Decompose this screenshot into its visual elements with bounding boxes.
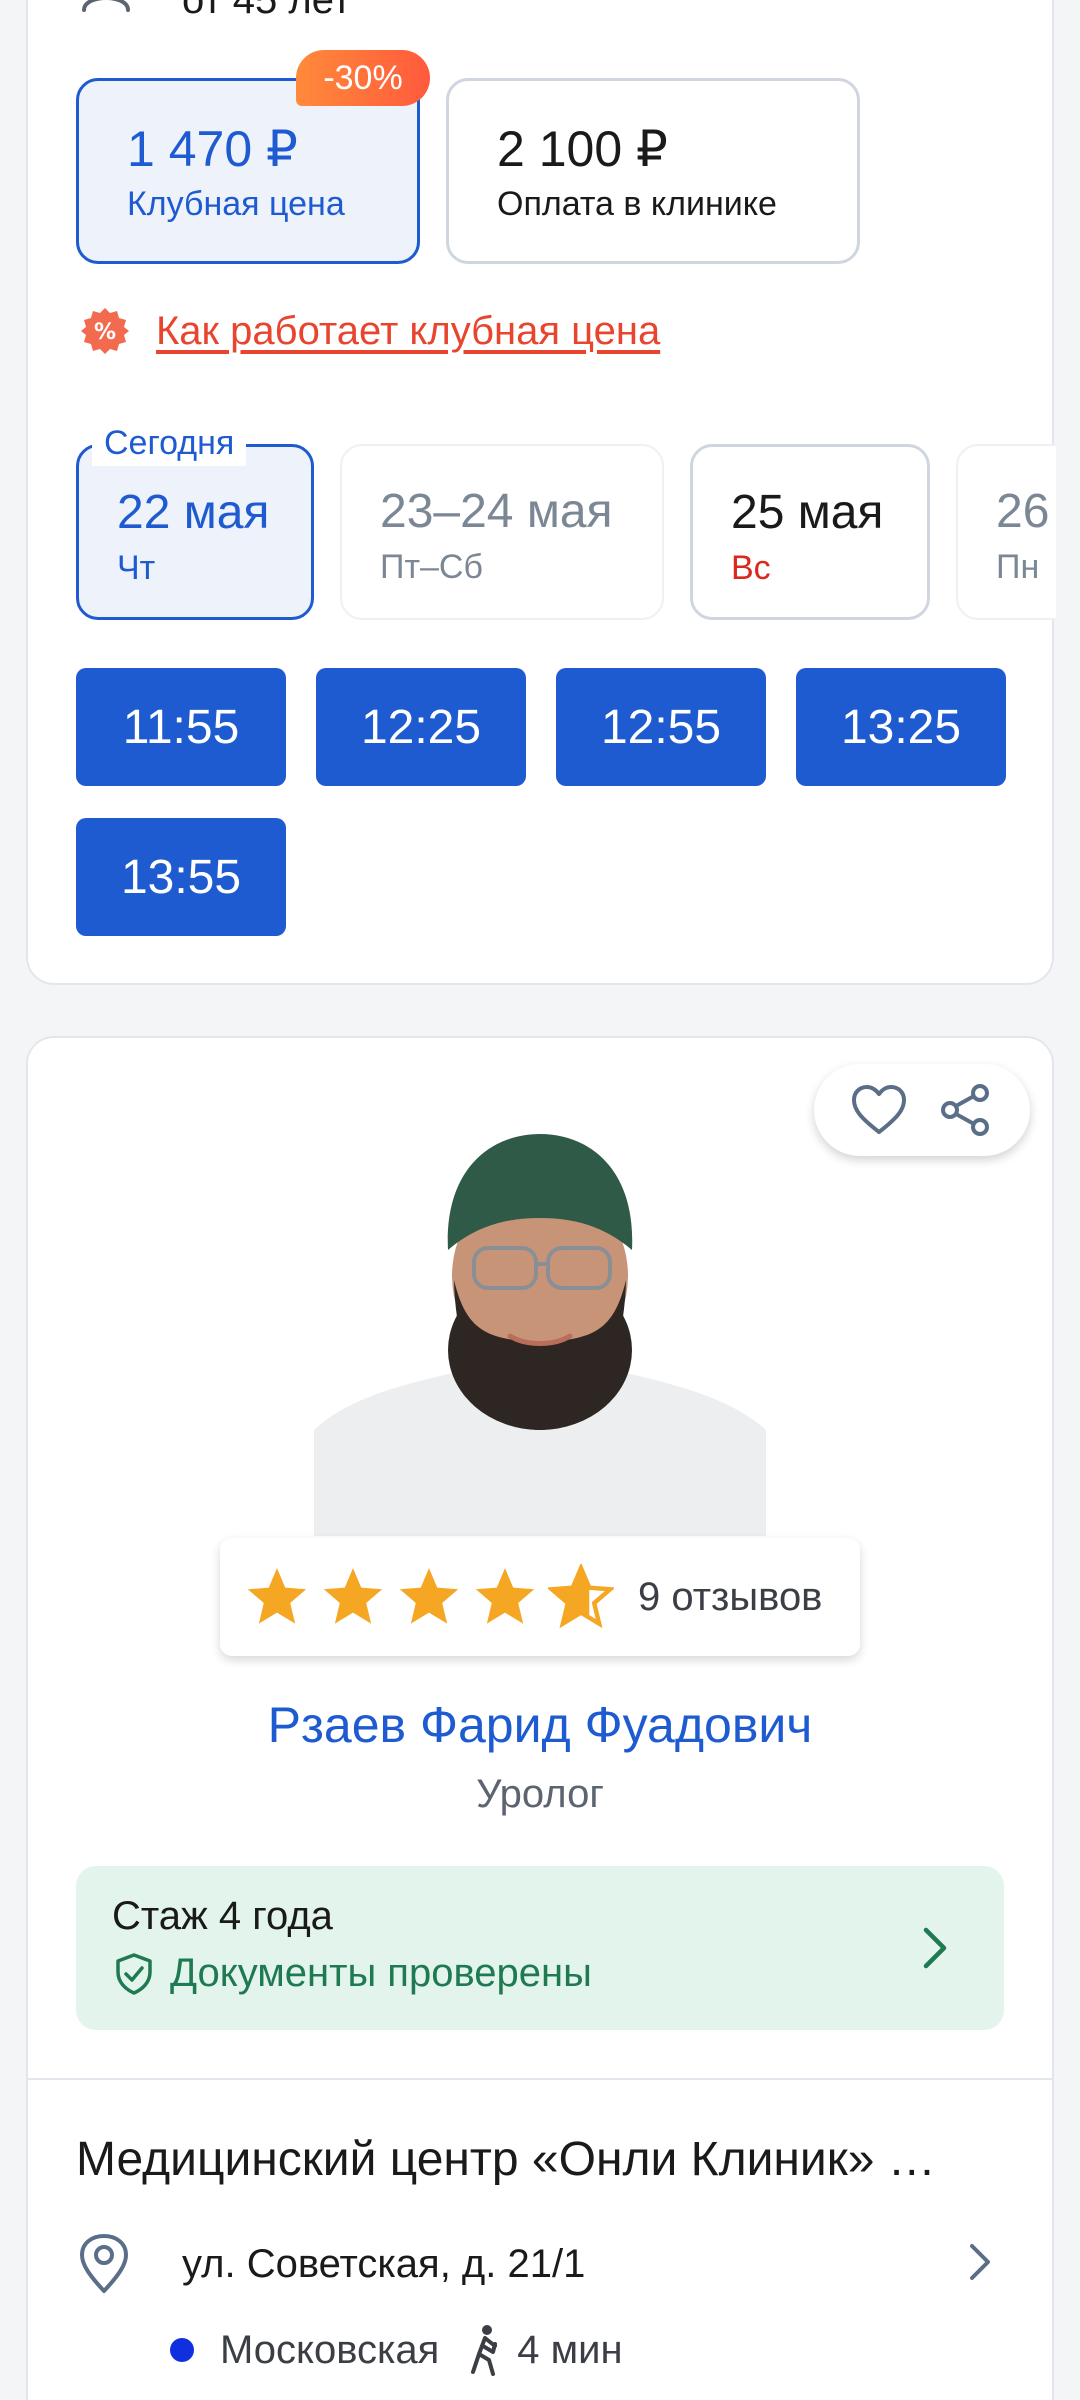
date-tab-weekend[interactable]: 23–24 мая Пт–Сб (340, 444, 664, 620)
time-slot[interactable]: 13:25 (796, 668, 1006, 786)
rating-box[interactable]: 9 отзывов (220, 1538, 860, 1656)
location-pin-icon (80, 2234, 128, 2293)
doctor-name[interactable]: Рзаев Фарид Фуадович (0, 1696, 1080, 1754)
date-label: 22 мая (117, 486, 270, 539)
clinic-price-label: Оплата в клинике (497, 185, 777, 223)
club-price-link-text: Как работает клубная цена (156, 308, 661, 353)
doctor-specialty: Уролог (476, 1772, 604, 1816)
age-range-text: от 45 лет (182, 0, 351, 22)
divider (26, 2078, 1054, 2080)
share-icon (941, 1084, 989, 1136)
svg-text:%: % (94, 320, 116, 345)
page: от 45 лет 1 470 ₽ Клубная цена 2 100 ₽ О… (0, 0, 1080, 2400)
clinic-address: ул. Советская, д. 21/1 (182, 2241, 586, 2286)
address-row[interactable]: ул. Советская, д. 21/1 (76, 2232, 1004, 2296)
date-selector: 22 мая Чт 23–24 мая Пт–Сб 25 мая Вс 26 П… (76, 444, 1056, 620)
star-icon (399, 1568, 459, 1624)
weekday-label: Пт–Сб (380, 548, 483, 586)
percent-icon: % (81, 308, 129, 354)
rating-stars (244, 1564, 624, 1630)
share-button[interactable] (935, 1080, 995, 1140)
star-icon (475, 1568, 535, 1624)
discount-badge: -30% (296, 50, 430, 106)
reviews-count: 9 отзывов (638, 1574, 823, 1619)
date-label: 23–24 мая (380, 485, 613, 538)
card-actions (814, 1064, 1030, 1156)
star-icon (323, 1568, 383, 1624)
experience-box[interactable]: Стаж 4 года Документы проверены (76, 1866, 1004, 2030)
walking-icon (471, 2325, 498, 2376)
clinic-price-amount: 2 100 ₽ (497, 121, 668, 177)
star-icon (247, 1568, 307, 1624)
verified-row: Документы проверены (112, 1951, 1004, 1996)
weekday-label: Вс (731, 549, 771, 587)
user-icon (82, 0, 130, 12)
metro-station: Московская (220, 2327, 440, 2372)
date-tab-sunday[interactable]: 25 мая Вс (690, 444, 930, 620)
date-label: 26 (996, 485, 1050, 538)
half-star-icon (548, 1564, 614, 1629)
chevron-right-icon (970, 2244, 990, 2280)
today-label: Сегодня (92, 420, 247, 466)
weekday-label: Чт (117, 549, 156, 587)
clinic-name[interactable]: Медицинский центр «Онли Клиник» … (76, 2132, 996, 2187)
club-price-amount: 1 470 ₽ (127, 121, 298, 177)
experience-text: Стаж 4 года (112, 1894, 333, 1938)
time-slot[interactable]: 11:55 (76, 668, 286, 786)
time-slot[interactable]: 12:25 (316, 668, 526, 786)
club-price-info-link[interactable]: % Как работает клубная цена (80, 306, 660, 356)
date-tab-today[interactable]: 22 мая Чт (76, 444, 314, 620)
time-slot[interactable]: 12:55 (556, 668, 766, 786)
doctor-photo (314, 1130, 766, 1536)
metro-row: Московская 4 мин (170, 2324, 623, 2376)
shield-check-icon (116, 1952, 152, 1995)
chevron-right-icon (923, 1927, 947, 1969)
metro-line-dot (170, 2338, 194, 2362)
favorite-button[interactable] (849, 1080, 909, 1140)
heart-icon (852, 1085, 906, 1134)
walk-time: 4 мин (517, 2327, 623, 2372)
time-slot[interactable]: 13:55 (76, 818, 286, 936)
date-label: 25 мая (731, 486, 884, 539)
club-price-label: Клубная цена (127, 185, 345, 223)
date-tab-monday[interactable]: 26 Пн (956, 444, 1056, 620)
weekday-label: Пн (996, 548, 1040, 586)
clinic-price-option[interactable]: 2 100 ₽ Оплата в клинике (446, 78, 860, 264)
verified-text: Документы проверены (170, 1951, 592, 1995)
